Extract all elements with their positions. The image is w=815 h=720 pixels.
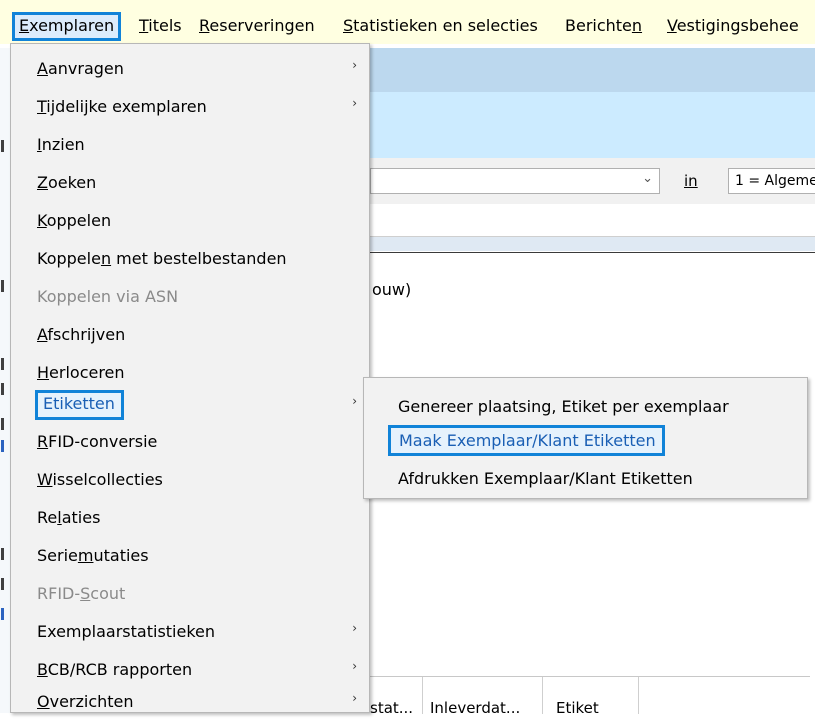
column-header-etiket[interactable]: Etiket xyxy=(556,699,599,717)
menubar-item-titels[interactable]: Titels xyxy=(139,16,182,36)
menu-item-rfid-scout: RFID-Scout xyxy=(37,584,126,603)
menu-item-exemplaarstatistieken[interactable]: Exemplaarstatistieken › xyxy=(11,614,369,650)
edge-mark xyxy=(1,548,4,560)
search-scope-select[interactable]: 1 = Algeme xyxy=(728,168,815,194)
edge-mark xyxy=(1,140,4,152)
column-separator xyxy=(638,677,639,714)
menubar-item-vestigingsbeheer[interactable]: Vestigingsbehee xyxy=(667,16,799,36)
edge-mark xyxy=(1,578,4,590)
menu-item-seriemutaties[interactable]: Seriemutaties xyxy=(11,538,369,574)
menu-item-koppelen[interactable]: Koppelen xyxy=(11,203,369,239)
toolbar-band-top xyxy=(370,48,815,92)
column-separator xyxy=(422,677,423,714)
status-strip xyxy=(370,237,815,251)
menubar-item-statistieken[interactable]: Statistieken en selecties xyxy=(343,16,538,36)
exemplaren-dropdown-menu: Aanvragen › Tijdelijke exemplaren › Inzi… xyxy=(10,43,370,713)
column-separator xyxy=(542,677,543,714)
menu-item-rfid-conversie[interactable]: RFID-conversie xyxy=(11,424,369,460)
column-header-inleverdatum[interactable]: Inleverdat... xyxy=(430,699,520,717)
edge-mark xyxy=(1,440,4,452)
menu-item-inzien[interactable]: Inzien xyxy=(11,127,369,163)
etiketten-submenu: Genereer plaatsing, Etiket per exemplaar… xyxy=(363,377,808,499)
chevron-right-icon: › xyxy=(352,96,357,110)
menubar-item-berichten[interactable]: Berichten xyxy=(565,16,642,36)
edge-mark xyxy=(1,358,4,370)
chevron-down-icon[interactable]: ⌄ xyxy=(642,171,653,186)
edge-mark xyxy=(1,418,4,430)
menubar-item-reserveringen[interactable]: Reserveringen xyxy=(199,16,315,36)
edge-mark xyxy=(1,383,4,395)
menu-item-wisselcollecties[interactable]: Wisselcollecties xyxy=(11,462,369,498)
divider-dark xyxy=(370,252,815,253)
menu-item-tijdelijke-exemplaren[interactable]: Tijdelijke exemplaren › xyxy=(11,89,369,125)
chevron-right-icon: › xyxy=(352,659,357,673)
menu-item-etiketten[interactable]: Etiketten › xyxy=(11,386,369,422)
chevron-right-icon: › xyxy=(352,621,357,635)
menu-item-bcb-rcb-rapporten[interactable]: BCB/RCB rapporten › xyxy=(11,652,369,688)
edge-mark xyxy=(1,608,4,620)
menu-item-overzichten[interactable]: Overzichten › xyxy=(11,684,369,720)
menu-item-koppelen-bestelbestanden[interactable]: Koppelen met bestelbestanden xyxy=(11,241,369,277)
search-scope-label: in xyxy=(684,172,698,190)
chevron-right-icon: › xyxy=(352,394,357,408)
secondary-input[interactable] xyxy=(370,206,815,237)
menu-item-relaties[interactable]: Relaties xyxy=(11,500,369,536)
chevron-right-icon: › xyxy=(352,58,357,72)
table-header: stat... Inleverdat... Etiket xyxy=(370,676,810,717)
column-header-status[interactable]: stat... xyxy=(370,699,413,717)
menubar-item-exemplaren[interactable]: Exemplaren xyxy=(12,12,122,41)
chevron-right-icon: › xyxy=(352,691,357,705)
menu-bar: Exemplaren Titels Reserveringen Statisti… xyxy=(0,0,815,44)
search-input[interactable]: ⌄ xyxy=(370,168,660,194)
edge-mark xyxy=(1,280,4,292)
menu-item-koppelen-asn: Koppelen via ASN xyxy=(37,287,179,306)
menu-item-zoeken[interactable]: Zoeken xyxy=(11,165,369,201)
submenu-item-genereer-plaatsing[interactable]: Genereer plaatsing, Etiket per exemplaar xyxy=(364,388,807,424)
menu-item-aanvragen[interactable]: Aanvragen › xyxy=(11,51,369,87)
submenu-item-afdrukken-etiketten[interactable]: Afdrukken Exemplaar/Klant Etiketten xyxy=(364,460,807,496)
submenu-item-maak-etiketten[interactable]: Maak Exemplaar/Klant Etiketten xyxy=(364,423,807,459)
menu-item-afschrijven[interactable]: Afschrijven xyxy=(11,317,369,353)
partial-text: ouw) xyxy=(372,280,412,299)
